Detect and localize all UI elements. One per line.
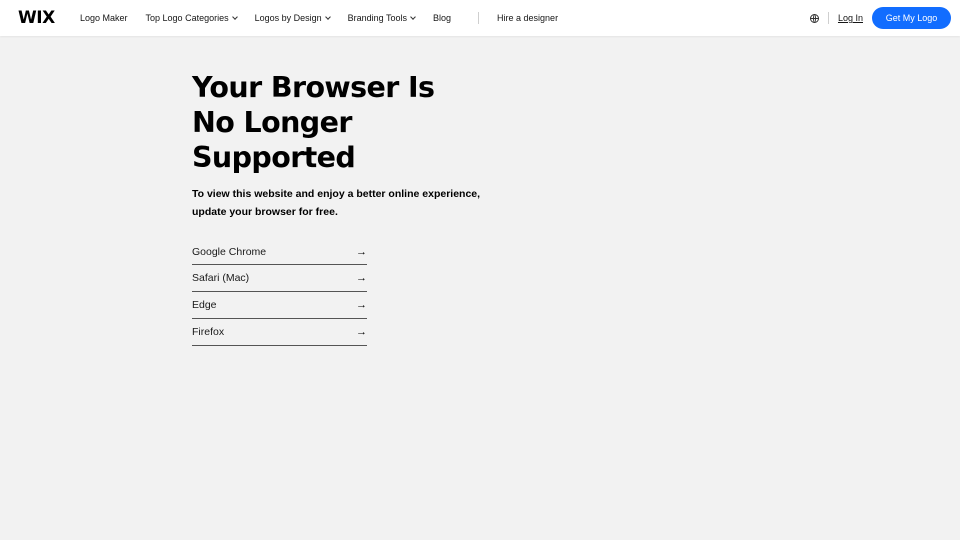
- header-actions: Log In Get My Logo: [809, 0, 951, 36]
- nav-label: Hire a designer: [497, 13, 559, 23]
- title-line-2: No Longer Supported: [192, 106, 356, 174]
- header-divider: [827, 12, 829, 24]
- nav-divider: [478, 12, 480, 24]
- page-title: Your Browser Is No Longer Supported: [192, 70, 512, 175]
- nav-hire-designer[interactable]: Hire a designer: [497, 13, 558, 23]
- nav-label: Blog: [433, 13, 452, 23]
- nav-label: Logo Maker: [80, 13, 128, 23]
- browser-link-safari[interactable]: Safari (Mac) →: [192, 265, 367, 292]
- browser-list: Google Chrome → Safari (Mac) → Edge → Fi…: [192, 239, 367, 346]
- main-nav: Logo Maker Top Logo Categories Logos by …: [80, 0, 576, 36]
- arrow-right-icon: →: [356, 272, 367, 284]
- subtitle-line-2: update your browser for free.: [192, 206, 338, 218]
- nav-top-logo-categories[interactable]: Top Logo Categories: [145, 13, 238, 23]
- browser-label: Safari (Mac): [192, 272, 250, 284]
- chevron-down-icon: [231, 14, 238, 20]
- nav-branding-tools[interactable]: Branding Tools: [347, 13, 416, 23]
- arrow-right-icon: →: [356, 326, 367, 338]
- wix-logo[interactable]: WIX: [18, 9, 55, 27]
- nav-blog[interactable]: Blog: [433, 13, 451, 23]
- arrow-right-icon: →: [356, 299, 367, 311]
- arrow-right-icon: →: [356, 245, 367, 258]
- nav-logos-by-design[interactable]: Logos by Design: [254, 13, 331, 23]
- nav-label: Branding Tools: [347, 13, 408, 23]
- browser-link-firefox[interactable]: Firefox →: [192, 319, 367, 346]
- chevron-down-icon: [410, 14, 416, 20]
- browser-link-chrome[interactable]: Google Chrome →: [192, 239, 367, 265]
- nav-label: Logos by Design: [254, 13, 322, 23]
- login-link[interactable]: Log In: [838, 13, 863, 23]
- browser-link-edge[interactable]: Edge →: [192, 292, 367, 319]
- browser-label: Google Chrome: [192, 245, 267, 258]
- browser-label: Edge: [192, 299, 217, 311]
- browser-label: Firefox: [192, 326, 225, 338]
- site-header: WIX Logo Maker Top Logo Categories Logos…: [0, 0, 960, 36]
- unsupported-browser-panel: Your Browser Is No Longer Supported To v…: [192, 70, 512, 346]
- subtitle-line-1: To view this website and enjoy a better …: [192, 188, 481, 200]
- title-line-1: Your Browser Is: [192, 71, 435, 104]
- globe-icon[interactable]: [809, 13, 819, 23]
- get-my-logo-button[interactable]: Get My Logo: [872, 7, 951, 29]
- page-subtitle: To view this website and enjoy a better …: [192, 185, 512, 221]
- nav-label: Top Logo Categories: [145, 13, 229, 23]
- chevron-down-icon: [324, 14, 331, 20]
- nav-logo-maker[interactable]: Logo Maker: [80, 13, 128, 23]
